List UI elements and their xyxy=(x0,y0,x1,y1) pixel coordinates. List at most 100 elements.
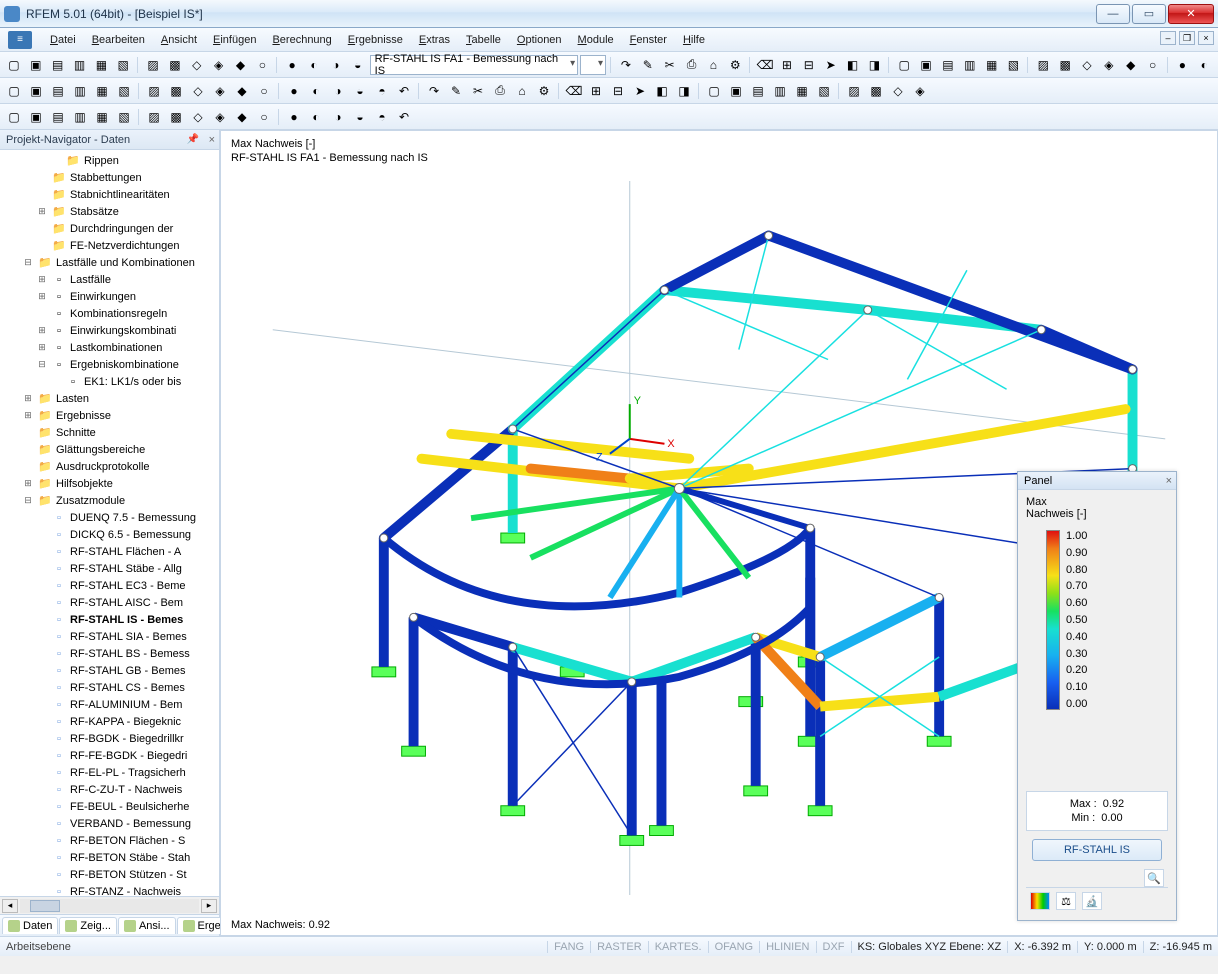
tree-item[interactable]: ⊞▫Einwirkungen xyxy=(0,288,219,305)
toolbar-button[interactable]: ◆ xyxy=(232,107,252,127)
toolbar-button[interactable]: ◐ xyxy=(306,107,326,127)
toolbar-button[interactable]: ◇ xyxy=(188,81,208,101)
toolbar-button[interactable]: ◧ xyxy=(843,55,863,75)
menu-fenster[interactable]: Fenster xyxy=(622,30,675,50)
nav-tab-1[interactable]: Zeig... xyxy=(59,917,117,934)
toolbar-button[interactable]: ▢ xyxy=(704,81,724,101)
toolbar-button[interactable]: ✎ xyxy=(638,55,658,75)
toolbar-button[interactable]: ▢ xyxy=(4,107,24,127)
toolbar-button[interactable]: ● xyxy=(282,55,302,75)
toolbar-button[interactable]: ✎ xyxy=(446,81,466,101)
tree-item[interactable]: ⊞📁Lasten xyxy=(0,390,219,407)
tree-item[interactable]: ⊟📁Lastfälle und Kombinationen xyxy=(0,254,219,271)
toolbar-button[interactable]: ▣ xyxy=(26,55,46,75)
expand-icon[interactable]: ⊟ xyxy=(36,359,48,370)
results-combo[interactable]: RF-STAHL IS FA1 - Bemessung nach IS xyxy=(370,55,578,75)
tree-item[interactable]: ▫RF-ALUMINIUM - Bem xyxy=(0,696,219,713)
expand-icon[interactable]: ⊟ xyxy=(22,495,34,506)
panel-close-icon[interactable]: × xyxy=(1166,475,1172,487)
menu-bearbeiten[interactable]: Bearbeiten xyxy=(84,30,153,50)
expand-icon[interactable]: ⊞ xyxy=(22,410,34,421)
toolbar-button[interactable]: ◇ xyxy=(888,81,908,101)
tree-item[interactable]: ▫RF-STANZ - Nachweis xyxy=(0,883,219,896)
tree-item[interactable]: 📁FE-Netzverdichtungen xyxy=(0,237,219,254)
tree-item[interactable]: ⊟📁Zusatzmodule xyxy=(0,492,219,509)
tree-item[interactable]: ⊞📁Stabsätze xyxy=(0,203,219,220)
toolbar-button[interactable]: ⎙ xyxy=(490,81,510,101)
toolbar-button[interactable]: ◐ xyxy=(304,55,324,75)
tree-item[interactable]: ▫RF-BETON Flächen - S xyxy=(0,832,219,849)
toolbar-button[interactable]: ◈ xyxy=(210,81,230,101)
menu-optionen[interactable]: Optionen xyxy=(509,30,570,50)
tree-item[interactable]: ▫RF-STAHL BS - Bemess xyxy=(0,645,219,662)
palette-icon[interactable] xyxy=(1030,892,1050,910)
mdi-close[interactable]: × xyxy=(1198,31,1214,45)
tree-item[interactable]: 📁Stabbettungen xyxy=(0,169,219,186)
expand-icon[interactable]: ⊞ xyxy=(36,291,48,302)
toolbar-button[interactable]: ▥ xyxy=(70,107,90,127)
tree-item[interactable]: 📁Schnitte xyxy=(0,424,219,441)
expand-icon[interactable]: ⊞ xyxy=(36,206,48,217)
toolbar-button[interactable]: ◇ xyxy=(188,107,208,127)
toolbar-button[interactable]: ▢ xyxy=(894,55,914,75)
toolbar-button[interactable]: ▥ xyxy=(70,55,90,75)
menu-extras[interactable]: Extras xyxy=(411,30,458,50)
tree-item[interactable]: ⊞📁Ergebnisse xyxy=(0,407,219,424)
toolbar-button[interactable]: ▧ xyxy=(113,55,133,75)
toolbar-button[interactable]: ⊟ xyxy=(799,55,819,75)
tree-item[interactable]: ▫RF-STAHL EC3 - Beme xyxy=(0,577,219,594)
results-step-combo[interactable] xyxy=(580,55,606,75)
toolbar-button[interactable]: ▣ xyxy=(26,81,46,101)
toolbar-button[interactable]: ◈ xyxy=(209,55,229,75)
toolbar-button[interactable]: ▨ xyxy=(144,81,164,101)
tree-item[interactable]: ▫VERBAND - Bemessung xyxy=(0,815,219,832)
nav-tab-0[interactable]: Daten xyxy=(2,917,58,934)
toolbar-button[interactable]: ◑ xyxy=(328,107,348,127)
microscope-icon[interactable]: 🔬 xyxy=(1082,892,1102,910)
toolbar-button[interactable]: ⌂ xyxy=(703,55,723,75)
toolbar-button[interactable]: ◇ xyxy=(187,55,207,75)
mdi-minimize[interactable]: – xyxy=(1160,31,1176,45)
zoom-icon[interactable]: 🔍 xyxy=(1144,869,1164,887)
toolbar-button[interactable]: ◒ xyxy=(350,107,370,127)
toolbar-button[interactable]: ● xyxy=(284,107,304,127)
tree-item[interactable]: ▫EK1: LK1/s oder bis xyxy=(0,373,219,390)
toolbar-button[interactable]: ⊞ xyxy=(586,81,606,101)
toolbar-button[interactable]: ▣ xyxy=(26,107,46,127)
toolbar-button[interactable]: ▦ xyxy=(91,55,111,75)
toolbar-button[interactable]: ▧ xyxy=(114,107,134,127)
tree-item[interactable]: ⊞▫Lastkombinationen xyxy=(0,339,219,356)
toolbar-button[interactable]: ▦ xyxy=(92,107,112,127)
panel-module-button[interactable]: RF-STAHL IS xyxy=(1032,839,1162,861)
tree[interactable]: 📁Rippen📁Stabbettungen📁Stabnichtlinearitä… xyxy=(0,150,219,896)
navigator-scrollbar[interactable]: ◂ ▸ xyxy=(0,896,219,914)
toolbar-button[interactable]: ◇ xyxy=(1077,55,1097,75)
toolbar-button[interactable]: ◓ xyxy=(372,107,392,127)
toolbar-button[interactable]: ↶ xyxy=(394,81,414,101)
toolbar-button[interactable]: ◈ xyxy=(910,81,930,101)
toolbar-button[interactable]: ▩ xyxy=(166,81,186,101)
expand-icon[interactable]: ⊞ xyxy=(36,342,48,353)
menu-einfügen[interactable]: Einfügen xyxy=(205,30,264,50)
scroll-right-icon[interactable]: ▸ xyxy=(201,899,217,913)
tree-item[interactable]: 📁Rippen xyxy=(0,152,219,169)
scroll-thumb[interactable] xyxy=(30,900,60,912)
nav-tab-2[interactable]: Ansi... xyxy=(118,917,176,934)
status-toggle[interactable]: RASTER xyxy=(590,941,648,953)
toolbar-button[interactable]: ▢ xyxy=(4,55,24,75)
tree-item[interactable]: ▫RF-KAPPA - Biegeknic xyxy=(0,713,219,730)
toolbar-button[interactable]: ▧ xyxy=(814,81,834,101)
toolbar-button[interactable]: ▤ xyxy=(48,81,68,101)
maximize-button[interactable]: ▭ xyxy=(1132,4,1166,24)
toolbar-button[interactable]: ▤ xyxy=(938,55,958,75)
toolbar-button[interactable]: ◈ xyxy=(1099,55,1119,75)
toolbar-button[interactable]: ◑ xyxy=(326,55,346,75)
expand-icon[interactable]: ⊞ xyxy=(36,274,48,285)
toolbar-button[interactable]: ▨ xyxy=(144,107,164,127)
menu-datei[interactable]: Datei xyxy=(42,30,84,50)
toolbar-button[interactable]: ⚙ xyxy=(534,81,554,101)
scroll-left-icon[interactable]: ◂ xyxy=(2,899,18,913)
status-toggle[interactable]: DXF xyxy=(816,941,851,953)
toolbar-button[interactable]: ○ xyxy=(252,55,272,75)
toolbar-button[interactable]: ↷ xyxy=(424,81,444,101)
